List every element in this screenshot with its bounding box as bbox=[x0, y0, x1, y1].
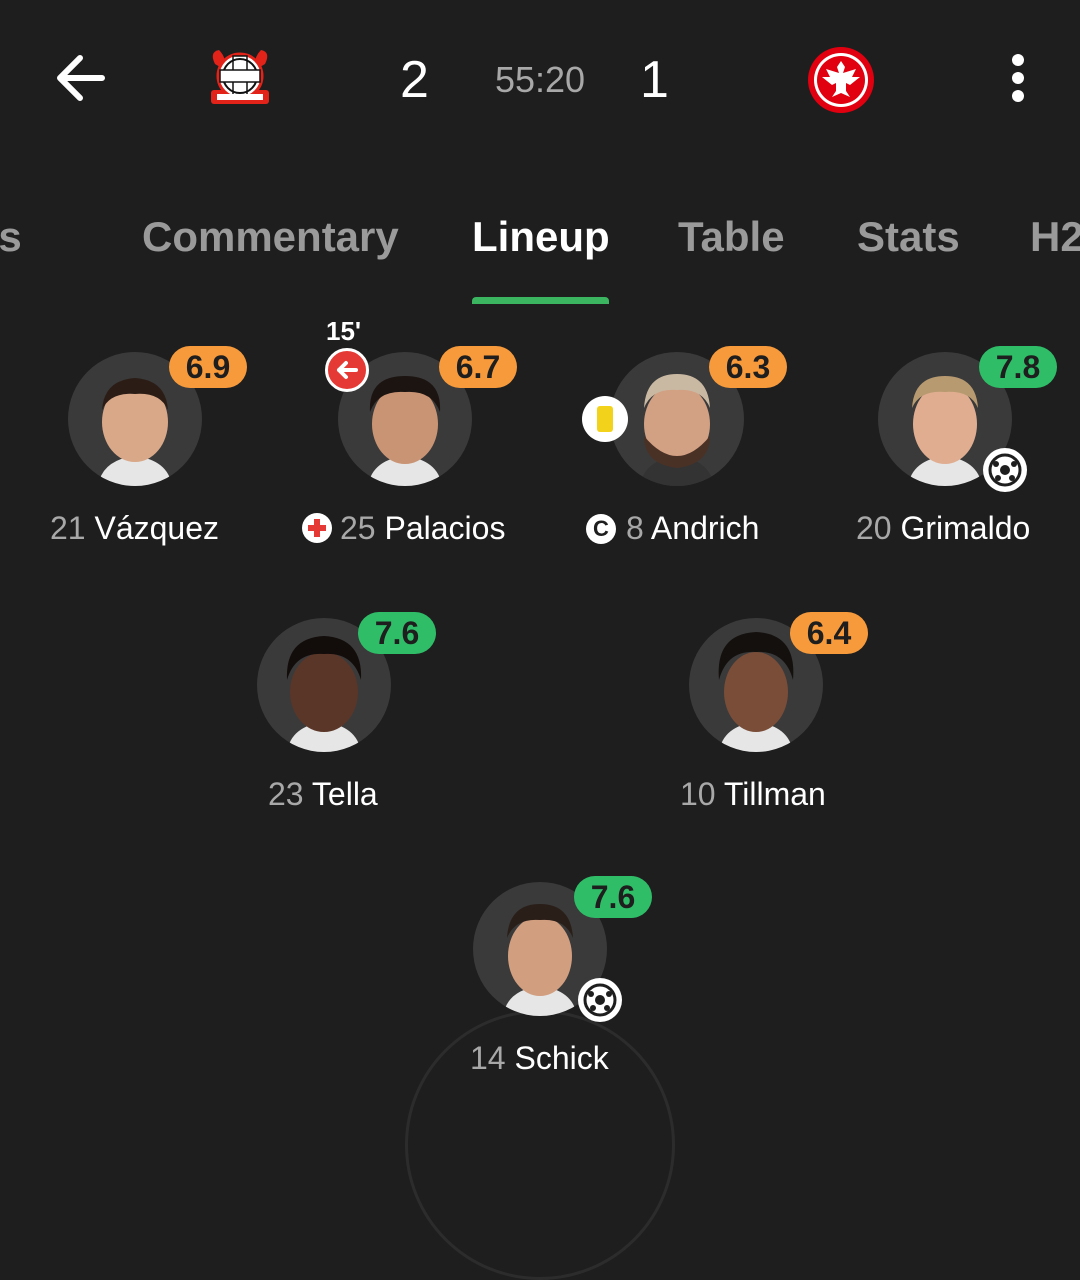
player-name: 14 Schick bbox=[470, 1040, 609, 1076]
back-button[interactable] bbox=[52, 52, 108, 104]
leverkusen-crest-icon bbox=[211, 50, 269, 104]
frankfurt-eagle-crest-icon bbox=[808, 47, 874, 113]
player-rating: 6.4 bbox=[790, 612, 868, 654]
player-rating: 6.9 bbox=[169, 346, 247, 388]
player-card[interactable]: 7.6 23 Tella bbox=[250, 582, 510, 812]
away-club-logo[interactable] bbox=[806, 45, 876, 115]
tab-h2h[interactable]: H2H bbox=[1030, 205, 1080, 269]
player-card[interactable]: 6.9 21 Vázquez bbox=[50, 316, 310, 546]
active-tab-indicator bbox=[472, 297, 609, 304]
more-menu-button[interactable] bbox=[1004, 54, 1032, 104]
player-name: 23 Tella bbox=[268, 776, 378, 812]
away-score: 1 bbox=[640, 51, 669, 109]
substitution-minute: 15' bbox=[326, 316, 362, 346]
player-name: C8 Andrich bbox=[586, 508, 759, 548]
match-clock: 55:20 bbox=[494, 59, 586, 100]
player-card[interactable]: 6.4 10 Tillman bbox=[680, 582, 940, 812]
player-rating: 7.6 bbox=[574, 876, 652, 918]
home-score: 2 bbox=[400, 51, 429, 109]
captain-badge: C bbox=[586, 514, 616, 544]
player-card[interactable]: 7.6 14 Schick bbox=[464, 846, 724, 1076]
injury-icon bbox=[302, 513, 332, 543]
player-rating: 6.3 bbox=[709, 346, 787, 388]
more-vertical-icon bbox=[1004, 54, 1032, 102]
player-rating: 7.8 bbox=[979, 346, 1057, 388]
tab-table[interactable]: Table bbox=[678, 205, 785, 269]
arrow-left-icon bbox=[57, 55, 105, 101]
substituted-out-icon bbox=[325, 348, 369, 392]
yellow-card-icon bbox=[582, 396, 628, 442]
tab-bar: Facts Commentary Lineup Table Stats H2H bbox=[0, 205, 1080, 275]
player-rating: 6.7 bbox=[439, 346, 517, 388]
tab-commentary[interactable]: Commentary bbox=[142, 205, 399, 269]
player-name: 10 Tillman bbox=[680, 776, 826, 812]
goal-ball-icon bbox=[983, 448, 1027, 492]
player-card[interactable]: 15' 6.7 25 Palacios bbox=[300, 316, 560, 546]
tab-facts[interactable]: Facts bbox=[0, 205, 22, 269]
player-name: 20 Grimaldo bbox=[856, 510, 1031, 546]
player-card[interactable]: 6.3 C8 Andrich bbox=[582, 316, 842, 546]
player-card[interactable]: 7.8 20 Grimaldo bbox=[856, 316, 1080, 546]
home-club-logo[interactable] bbox=[205, 44, 275, 114]
goal-ball-icon bbox=[578, 978, 622, 1022]
player-name: 25 Palacios bbox=[302, 508, 505, 548]
tab-lineup[interactable]: Lineup bbox=[472, 205, 610, 269]
player-rating: 7.6 bbox=[358, 612, 436, 654]
tab-stats[interactable]: Stats bbox=[857, 205, 960, 269]
player-name: 21 Vázquez bbox=[50, 510, 220, 546]
